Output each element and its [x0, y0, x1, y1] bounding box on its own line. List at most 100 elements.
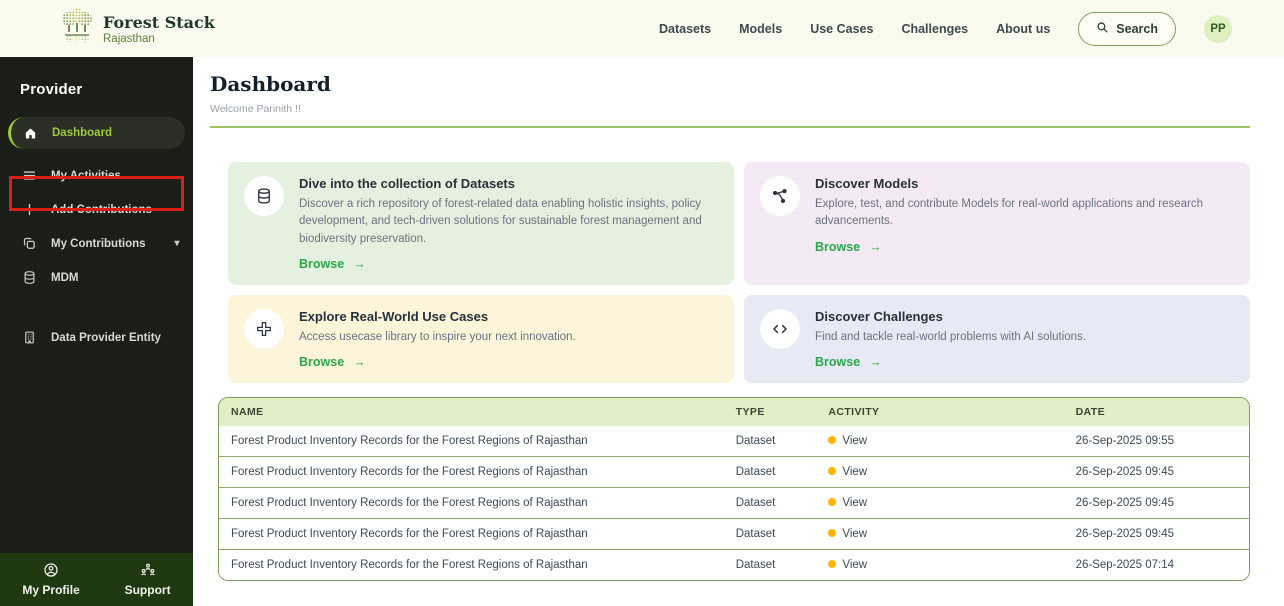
sidebar-item-label: My Activities — [51, 170, 121, 182]
nav-use-cases[interactable]: Use Cases — [810, 22, 873, 36]
sidebar-item-label: Add Contributions — [51, 204, 152, 216]
card-description: Access usecase library to inspire your n… — [299, 329, 576, 346]
sidebar-item-mdm[interactable]: MDM — [8, 264, 185, 291]
copy-icon — [21, 236, 38, 251]
brand-title: Forest Stack — [103, 13, 215, 32]
welcome-text: Welcome Parinith !! — [210, 103, 1250, 115]
cell-name: Forest Product Inventory Records for the… — [219, 487, 724, 518]
home-icon — [22, 126, 39, 141]
building-icon — [21, 330, 38, 345]
top-header: Forest Stack Rajasthan Datasets Models U… — [0, 0, 1284, 57]
browse-models-link[interactable]: Browse→ — [815, 240, 882, 254]
sidebar-item-label: MDM — [51, 272, 78, 284]
activity-dot-icon — [828, 436, 836, 444]
activity-dot-icon — [828, 529, 836, 537]
sidebar-item-my-contributions[interactable]: My Contributions ▾ — [8, 230, 185, 257]
card-title: Dive into the collection of Datasets — [299, 176, 716, 191]
cell-name: Forest Product Inventory Records for the… — [219, 549, 724, 580]
card-description: Explore, test, and contribute Models for… — [815, 196, 1232, 231]
sidebar-heading: Provider — [0, 57, 193, 98]
my-profile-label: My Profile — [22, 583, 79, 597]
support-button[interactable]: Support — [125, 562, 171, 597]
chevron-down-icon[interactable]: ▾ — [175, 238, 180, 249]
nav-challenges[interactable]: Challenges — [901, 22, 968, 36]
search-button-label: Search — [1116, 22, 1158, 36]
cell-activity: View — [816, 549, 1063, 580]
cell-name: Forest Product Inventory Records for the… — [219, 456, 724, 487]
card-description: Find and tackle real-world problems with… — [815, 329, 1086, 346]
table-row[interactable]: Forest Product Inventory Records for the… — [219, 487, 1249, 518]
plus-icon — [21, 202, 38, 217]
main-content: Dashboard Welcome Parinith !! Dive into … — [193, 57, 1284, 606]
table-row[interactable]: Forest Product Inventory Records for the… — [219, 426, 1249, 456]
brand-subtitle: Rajasthan — [103, 33, 215, 45]
activity-dot-icon — [828, 560, 836, 568]
cell-type: Dataset — [724, 426, 817, 456]
cell-date: 26-Sep-2025 09:45 — [1064, 518, 1249, 549]
my-profile-button[interactable]: My Profile — [22, 562, 79, 597]
card-title: Discover Challenges — [815, 309, 1086, 324]
forest-stack-logo-icon — [60, 8, 94, 49]
cell-type: Dataset — [724, 549, 817, 580]
nav-models[interactable]: Models — [739, 22, 782, 36]
avatar-initials: PP — [1210, 23, 1225, 35]
activity-dot-icon — [828, 467, 836, 475]
cell-name: Forest Product Inventory Records for the… — [219, 518, 724, 549]
sidebar-item-data-provider-entity[interactable]: Data Provider Entity — [8, 324, 185, 351]
card-title: Discover Models — [815, 176, 1232, 191]
recent-activity-table: NAME TYPE ACTIVITY DATE Forest Product I… — [218, 397, 1250, 581]
cell-date: 26-Sep-2025 07:14 — [1064, 549, 1249, 580]
cell-activity: View — [816, 518, 1063, 549]
arrow-right-icon: → — [353, 355, 366, 369]
table-row[interactable]: Forest Product Inventory Records for the… — [219, 456, 1249, 487]
browse-datasets-link[interactable]: Browse→ — [299, 257, 366, 271]
support-label: Support — [125, 583, 171, 597]
cell-date: 26-Sep-2025 09:45 — [1064, 456, 1249, 487]
sidebar-item-label: Dashboard — [52, 127, 112, 139]
sidebar-item-my-activities[interactable]: My Activities — [8, 162, 185, 189]
nav-about-us[interactable]: About us — [996, 22, 1050, 36]
nav-datasets[interactable]: Datasets — [659, 22, 711, 36]
brand: Forest Stack Rajasthan — [60, 8, 215, 49]
table-header-row: NAME TYPE ACTIVITY DATE — [219, 398, 1249, 426]
sidebar-item-label: My Contributions — [51, 238, 146, 250]
sidebar-item-dashboard[interactable]: Dashboard — [8, 117, 185, 149]
page-title: Dashboard — [210, 72, 1250, 96]
cell-activity: View — [816, 426, 1063, 456]
feature-cards: Dive into the collection of Datasets Dis… — [228, 162, 1250, 383]
card-use-cases: Explore Real-World Use Cases Access usec… — [228, 295, 734, 383]
list-icon — [21, 168, 38, 183]
arrow-right-icon: → — [353, 257, 366, 271]
support-icon — [140, 562, 156, 581]
divider — [210, 126, 1250, 128]
cell-activity: View — [816, 487, 1063, 518]
column-header-date: DATE — [1064, 398, 1249, 426]
sidebar: Provider Dashboard My Activities Add Con… — [0, 57, 193, 606]
card-title: Explore Real-World Use Cases — [299, 309, 576, 324]
table-row[interactable]: Forest Product Inventory Records for the… — [219, 518, 1249, 549]
cell-type: Dataset — [724, 487, 817, 518]
browse-use-cases-link[interactable]: Browse→ — [299, 355, 366, 369]
use-cases-icon — [244, 309, 284, 349]
card-datasets: Dive into the collection of Datasets Dis… — [228, 162, 734, 285]
cell-date: 26-Sep-2025 09:45 — [1064, 487, 1249, 518]
avatar[interactable]: PP — [1204, 15, 1232, 43]
profile-icon — [43, 562, 59, 581]
cell-type: Dataset — [724, 456, 817, 487]
search-button[interactable]: Search — [1078, 12, 1176, 46]
models-icon — [760, 176, 800, 216]
cell-type: Dataset — [724, 518, 817, 549]
activity-dot-icon — [828, 498, 836, 506]
card-description: Discover a rich repository of forest-rel… — [299, 196, 716, 248]
table-row[interactable]: Forest Product Inventory Records for the… — [219, 549, 1249, 580]
arrow-right-icon: → — [869, 240, 882, 254]
sidebar-item-add-contributions[interactable]: Add Contributions — [8, 196, 185, 223]
cell-name: Forest Product Inventory Records for the… — [219, 426, 724, 456]
cell-activity: View — [816, 456, 1063, 487]
challenges-icon — [760, 309, 800, 349]
column-header-activity: ACTIVITY — [816, 398, 1063, 426]
card-challenges: Discover Challenges Find and tackle real… — [744, 295, 1250, 383]
sidebar-item-label: Data Provider Entity — [51, 332, 161, 344]
browse-challenges-link[interactable]: Browse→ — [815, 355, 882, 369]
sidebar-footer: My Profile Support — [0, 553, 193, 606]
